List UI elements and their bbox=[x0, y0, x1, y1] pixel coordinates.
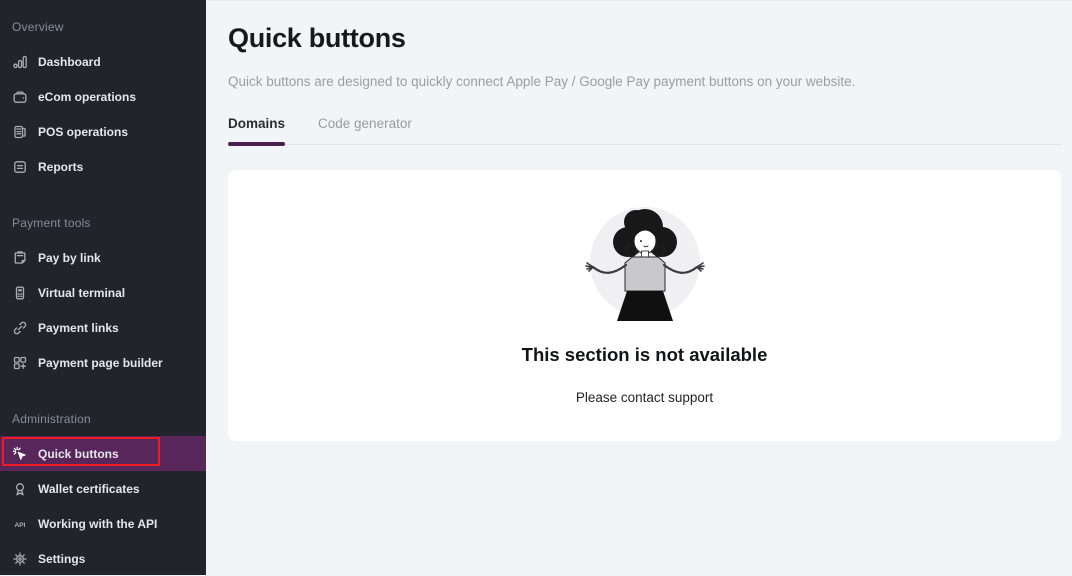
empty-state-subtext: Please contact support bbox=[576, 390, 713, 405]
sidebar-item-virtual-terminal[interactable]: Virtual terminal bbox=[0, 275, 206, 310]
wallet-icon bbox=[12, 89, 28, 105]
sidebar-section-header: Administration bbox=[0, 401, 206, 436]
sidebar-item-quick-buttons[interactable]: Quick buttons bbox=[0, 436, 206, 471]
sidebar-item-label: Reports bbox=[38, 160, 83, 174]
sidebar-item-label: eCom operations bbox=[38, 90, 136, 104]
report-icon bbox=[12, 159, 28, 175]
sidebar-item-payment-page-builder[interactable]: Payment page builder bbox=[0, 345, 206, 380]
invoice-icon bbox=[12, 250, 28, 266]
api-icon: API bbox=[12, 516, 28, 532]
empty-state-heading: This section is not available bbox=[522, 344, 768, 366]
sidebar-section-administration: Administration Quick buttons Wallet certif… bbox=[0, 401, 206, 576]
sidebar-section-payment-tools: Payment tools Pay by link Virtual terminal… bbox=[0, 205, 206, 380]
gear-icon bbox=[12, 551, 28, 567]
sidebar: Overview Dashboard eCom operations POS oper… bbox=[0, 0, 206, 575]
svg-text:API: API bbox=[15, 521, 26, 528]
sidebar-item-ecom-operations[interactable]: eCom operations bbox=[0, 79, 206, 114]
sidebar-item-label: Dashboard bbox=[38, 55, 101, 69]
empty-state-card: This section is not available Please con… bbox=[228, 170, 1061, 441]
sidebar-item-wallet-certificates[interactable]: Wallet certificates bbox=[0, 471, 206, 506]
sidebar-item-settings[interactable]: Settings bbox=[0, 541, 206, 576]
sidebar-section-header: Payment tools bbox=[0, 205, 206, 240]
page-title: Quick buttons bbox=[228, 23, 1061, 54]
shrugging-woman-illustration bbox=[560, 200, 730, 322]
certificate-icon bbox=[12, 481, 28, 497]
pos-terminal-icon bbox=[12, 124, 28, 140]
main-content: Quick buttons Quick buttons are designed… bbox=[206, 0, 1072, 575]
sidebar-section-header: Overview bbox=[0, 9, 206, 44]
sidebar-item-label: Payment links bbox=[38, 321, 119, 335]
app-window: Overview Dashboard eCom operations POS oper… bbox=[0, 0, 1072, 575]
sidebar-item-pay-by-link[interactable]: Pay by link bbox=[0, 240, 206, 275]
sidebar-item-working-with-the-api[interactable]: API Working with the API bbox=[0, 506, 206, 541]
sidebar-item-reports[interactable]: Reports bbox=[0, 149, 206, 184]
sidebar-item-dashboard[interactable]: Dashboard bbox=[0, 44, 206, 79]
terminal-device-icon bbox=[12, 285, 28, 301]
sidebar-item-label: POS operations bbox=[38, 125, 128, 139]
sidebar-item-label: Virtual terminal bbox=[38, 286, 125, 300]
bar-chart-icon bbox=[12, 54, 28, 70]
sidebar-item-pos-operations[interactable]: POS operations bbox=[0, 114, 206, 149]
tab-bar: Domains Code generator bbox=[228, 112, 1061, 145]
sidebar-item-label: Settings bbox=[38, 552, 85, 566]
click-icon bbox=[12, 446, 28, 462]
sidebar-section-overview: Overview Dashboard eCom operations POS oper… bbox=[0, 9, 206, 184]
grid-plus-icon bbox=[12, 355, 28, 371]
sidebar-item-label: Quick buttons bbox=[38, 447, 119, 461]
tab-domains[interactable]: Domains bbox=[228, 112, 285, 144]
page-subtitle: Quick buttons are designed to quickly co… bbox=[228, 74, 1061, 90]
sidebar-item-label: Pay by link bbox=[38, 251, 101, 265]
link-icon bbox=[12, 320, 28, 336]
sidebar-item-label: Payment page builder bbox=[38, 356, 163, 370]
sidebar-item-payment-links[interactable]: Payment links bbox=[0, 310, 206, 345]
sidebar-item-label: Wallet certificates bbox=[38, 482, 140, 496]
active-tab-underline bbox=[228, 142, 285, 146]
sidebar-item-label: Working with the API bbox=[38, 517, 157, 531]
tab-code-generator[interactable]: Code generator bbox=[318, 112, 412, 144]
